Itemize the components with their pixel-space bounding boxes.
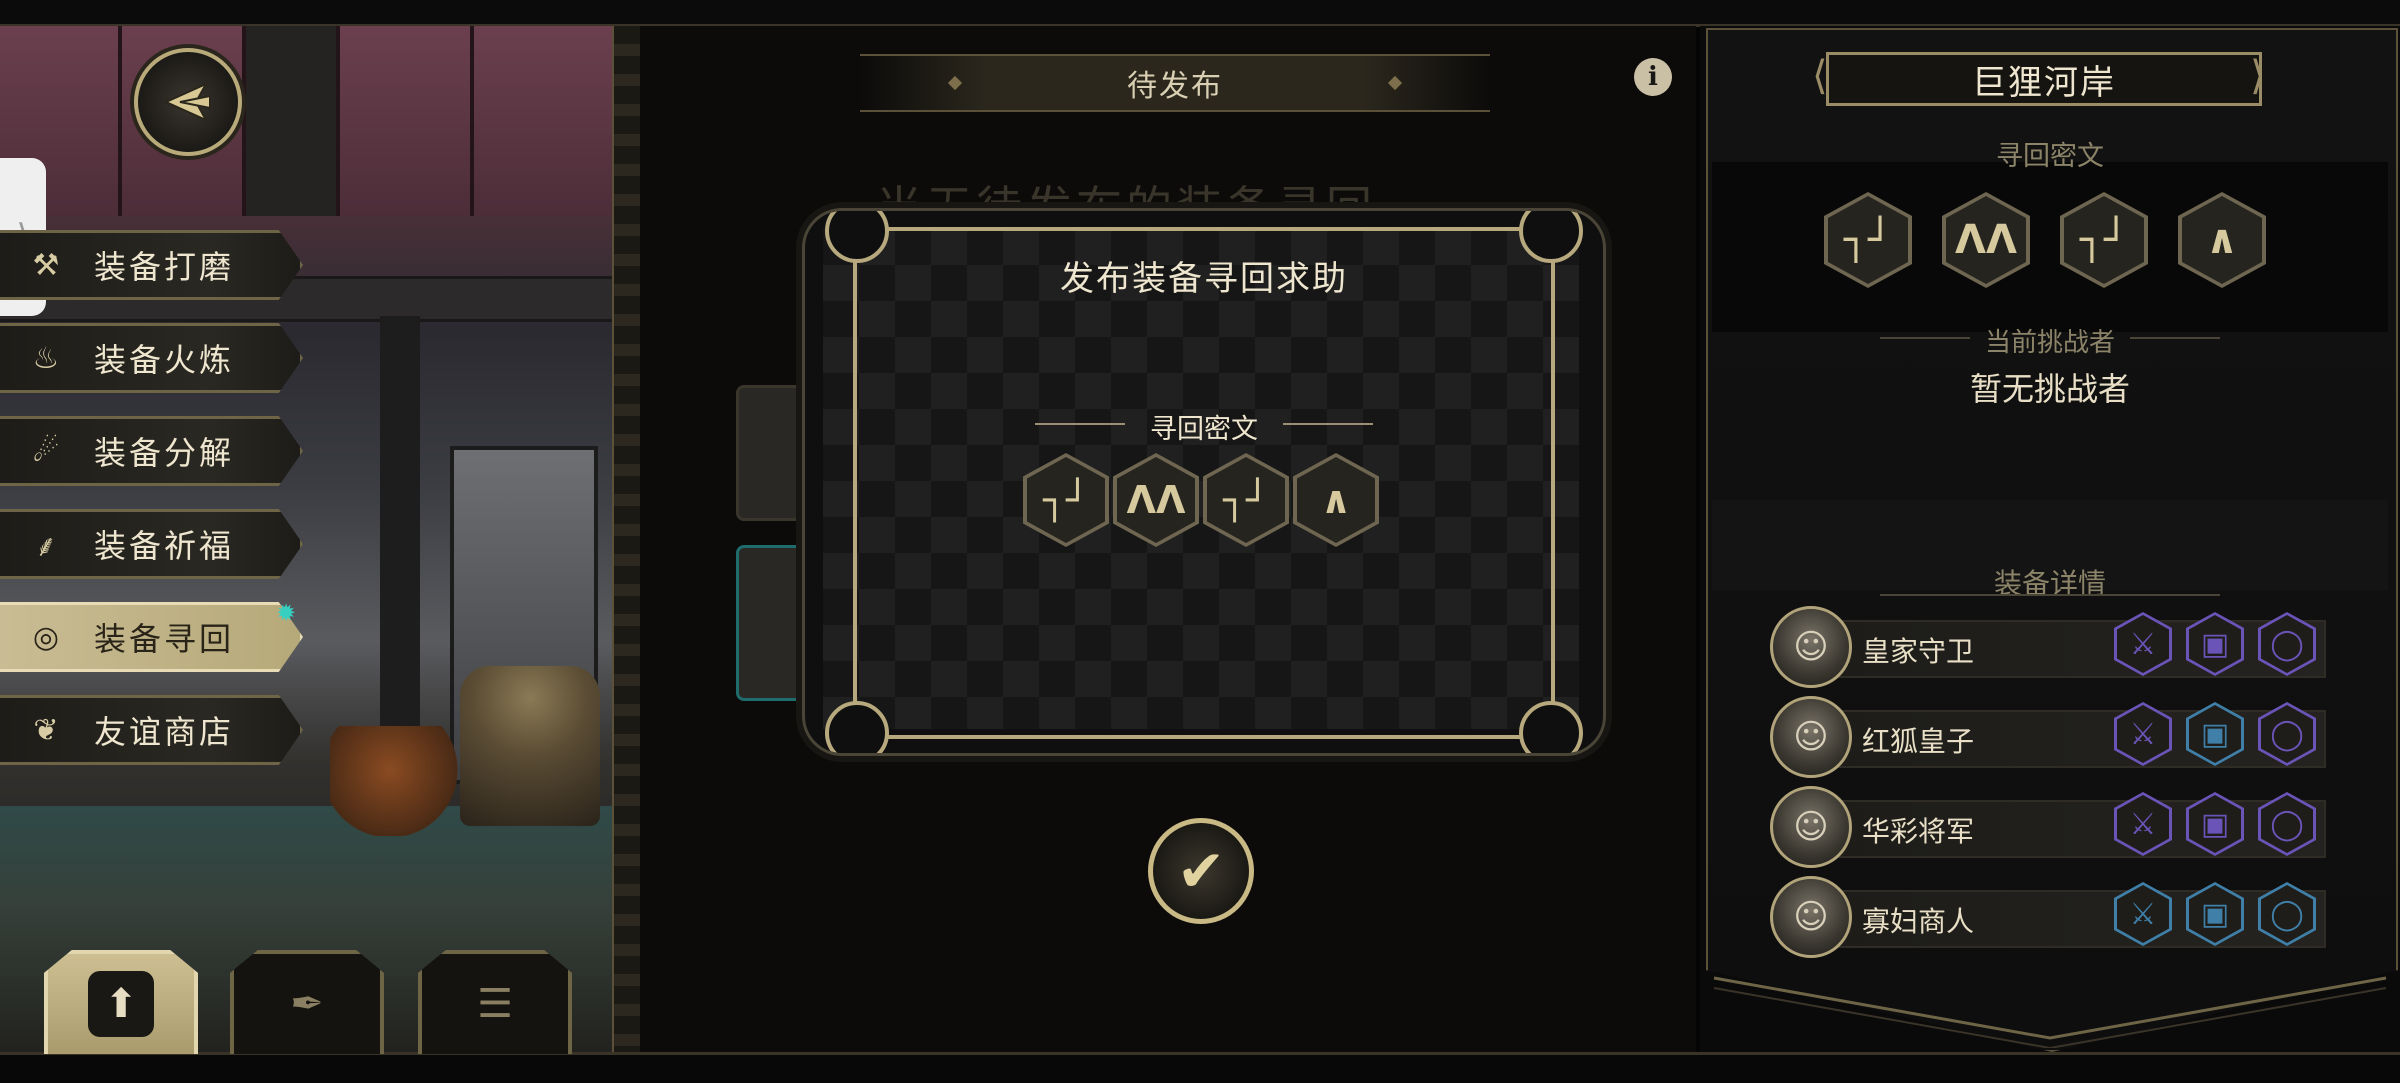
list-icon: ☰ [477, 981, 513, 1027]
cipher-glyph: ┐┘ [1824, 192, 1912, 288]
hero-portrait-avatar: ☺ [1770, 606, 1852, 688]
cipher-glyph-text: ┐┘ [1828, 196, 1908, 284]
hero-portrait-avatar: ☺ [1770, 696, 1852, 778]
menu-item-retrieve[interactable]: ◎ 装备寻回 [0, 602, 303, 672]
bottom-bar [0, 1052, 2400, 1083]
menu-item-label: 装备祈福 [94, 527, 235, 565]
cipher-glyph: ┐┘ [1203, 453, 1289, 547]
hero-row[interactable]: ☺ 红狐皇子 ⚔ ▣ ◯ [1770, 694, 2326, 778]
hero-row[interactable]: ☺ 寡妇商人 ⚔ ▣ ◯ [1770, 874, 2326, 958]
hero-name: 红狐皇子 [1862, 725, 1975, 758]
cipher-glyph: ┐┘ [2060, 192, 2148, 288]
challenger-label: 当前挑战者 [1984, 328, 2115, 358]
notification-spark-icon: ✹ [276, 599, 297, 627]
hero-name: 皇家守卫 [1862, 635, 1975, 668]
divider-line [1880, 594, 2220, 596]
cipher-glyph: ΛΛ [1113, 453, 1199, 547]
roof-beam [246, 26, 340, 216]
roof-plank [340, 26, 474, 216]
menu-item-bless[interactable]: ⸙ 装备祈福 [0, 509, 303, 579]
frame-corner [1519, 701, 1583, 753]
cipher-glyph: ΛΛ [1942, 192, 2030, 288]
next-location-arrow-icon[interactable]: ⟩ [2250, 54, 2266, 98]
frame-corner [825, 701, 889, 753]
confirm-button[interactable]: ✔ [1148, 818, 1254, 924]
flame-icon: ♨ [32, 340, 60, 376]
cipher-glyph: ∧ [2178, 192, 2266, 288]
cipher-glyph-text: ΛΛ [1117, 457, 1195, 543]
target-icon: ◎ [32, 619, 60, 655]
feather-icon: ✒ [290, 981, 324, 1027]
hero-row[interactable]: ☺ 华彩将军 ⚔ ▣ ◯ [1770, 784, 2326, 868]
menu-item-label: 装备火炼 [94, 341, 235, 379]
menu-item-label: 友谊商店 [94, 713, 235, 751]
hero-name: 寡妇商人 [1862, 905, 1975, 938]
checkmark-icon: ✔ [1176, 837, 1226, 905]
menu-item-label: 装备分解 [94, 434, 235, 472]
menu-item-friend-shop[interactable]: ❦ 友谊商店 [0, 695, 303, 765]
cipher-glyph-text: ┐┘ [2064, 196, 2144, 284]
hero-name: 华彩将军 [1862, 815, 1975, 848]
write-tab-button[interactable]: ✒ [230, 950, 384, 1054]
upload-document-icon: ⬆ [88, 971, 154, 1037]
panel-divider [612, 26, 642, 1052]
hammer-icon: ⚒ [32, 247, 60, 283]
disassemble-icon: ☄ [32, 433, 60, 469]
basket [460, 666, 600, 826]
cipher-label: 寻回密文 [1150, 414, 1258, 445]
cipher-glyph-row: ┐┘ ΛΛ ┐┘ ∧ [1023, 453, 1379, 547]
back-arrow-icon [163, 81, 211, 123]
menu-item-label: 装备寻回 [94, 620, 235, 658]
info-icon[interactable]: i [1634, 58, 1672, 96]
challenger-value: 暂无挑战者 [1969, 370, 2130, 408]
divider-line [2130, 337, 2220, 339]
cipher-glyph-row: ┐┘ ΛΛ ┐┘ ∧ [1824, 192, 2266, 288]
menu-item-fire-forge[interactable]: ♨ 装备火炼 [0, 323, 303, 393]
ornament-diamond [947, 75, 963, 91]
publish-retrieve-dialog: 发布装备寻回求助 寻回密文 ┐┘ ΛΛ ┐┘ ∧ [802, 208, 1606, 756]
cipher-glyph-text: ΛΛ [1946, 196, 2026, 284]
divider-line [1283, 423, 1373, 425]
location-plate: 巨狸河岸 [1826, 52, 2262, 106]
cipher-glyph-text: ┐┘ [1207, 457, 1285, 543]
publish-tab-button[interactable]: ⬆ [44, 950, 198, 1054]
back-button[interactable] [134, 48, 242, 156]
hero-portrait-avatar: ☺ [1770, 876, 1852, 958]
cipher-glyph: ┐┘ [1023, 453, 1109, 547]
menu-item-label: 装备打磨 [94, 248, 235, 286]
cipher-label: 寻回密文 [1996, 141, 2104, 172]
pending-tab-header: 待发布 [860, 54, 1490, 112]
list-tab-button[interactable]: ☰ [418, 950, 572, 1054]
location-name: 巨狸河岸 [1972, 62, 2116, 103]
praying-hands-icon: ⸙ [34, 528, 58, 564]
top-bar [0, 0, 2400, 27]
cipher-glyph-text: ∧ [2182, 196, 2262, 284]
equipment-detail-label: 装备详情 [1993, 567, 2106, 600]
ornament-diamond [1387, 75, 1403, 91]
menu-item-polish[interactable]: ⚒ 装备打磨 [0, 230, 303, 300]
menu-item-disassemble[interactable]: ☄ 装备分解 [0, 416, 303, 486]
roof-plank [474, 26, 614, 216]
pending-title: 待发布 [1127, 69, 1223, 104]
dialog-title: 发布装备寻回求助 [1060, 259, 1348, 299]
cipher-glyph: ∧ [1293, 453, 1379, 547]
hero-row[interactable]: ☺ 皇家守卫 ⚔ ▣ ◯ [1770, 604, 2326, 688]
cipher-glyph-text: ┐┘ [1027, 457, 1105, 543]
fox-icon: ❦ [33, 712, 59, 748]
cipher-glyph-text: ∧ [1297, 457, 1375, 543]
pumpkin-pile [330, 726, 480, 836]
hero-portrait-avatar: ☺ [1770, 786, 1852, 868]
